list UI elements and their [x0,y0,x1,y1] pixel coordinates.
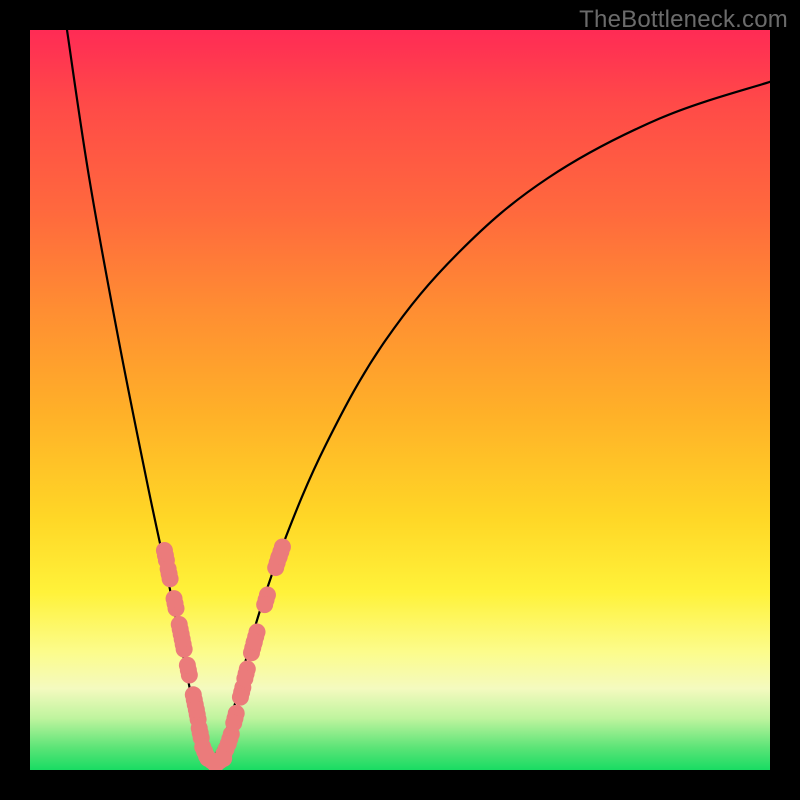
bead-markers [156,538,291,770]
watermark-text: TheBottleneck.com [579,6,788,34]
bead-marker-cap [225,715,242,732]
bead-marker-cap [174,631,191,648]
curve-layer [30,30,770,770]
bead-marker-cap [232,689,249,706]
bead-marker-cap [188,701,205,718]
bead-marker-cap [166,590,183,607]
bead-marker-cap [220,735,237,752]
chart-frame: TheBottleneck.com [0,0,800,800]
bead-marker-cap [160,561,177,578]
bead-marker-cap [246,633,263,650]
bead-marker-cap [271,548,288,565]
bead-marker-cap [191,720,208,737]
bead-marker-cap [171,616,188,633]
bead-marker-cap [213,750,230,767]
plot-area [30,30,770,770]
bead-marker-cap [236,670,253,687]
bead-marker-cap [185,686,202,703]
bead-marker-cap [156,542,173,559]
bead-marker-cap [179,657,196,674]
bottleneck-curve [67,30,770,763]
bead-marker-cap [256,596,273,613]
